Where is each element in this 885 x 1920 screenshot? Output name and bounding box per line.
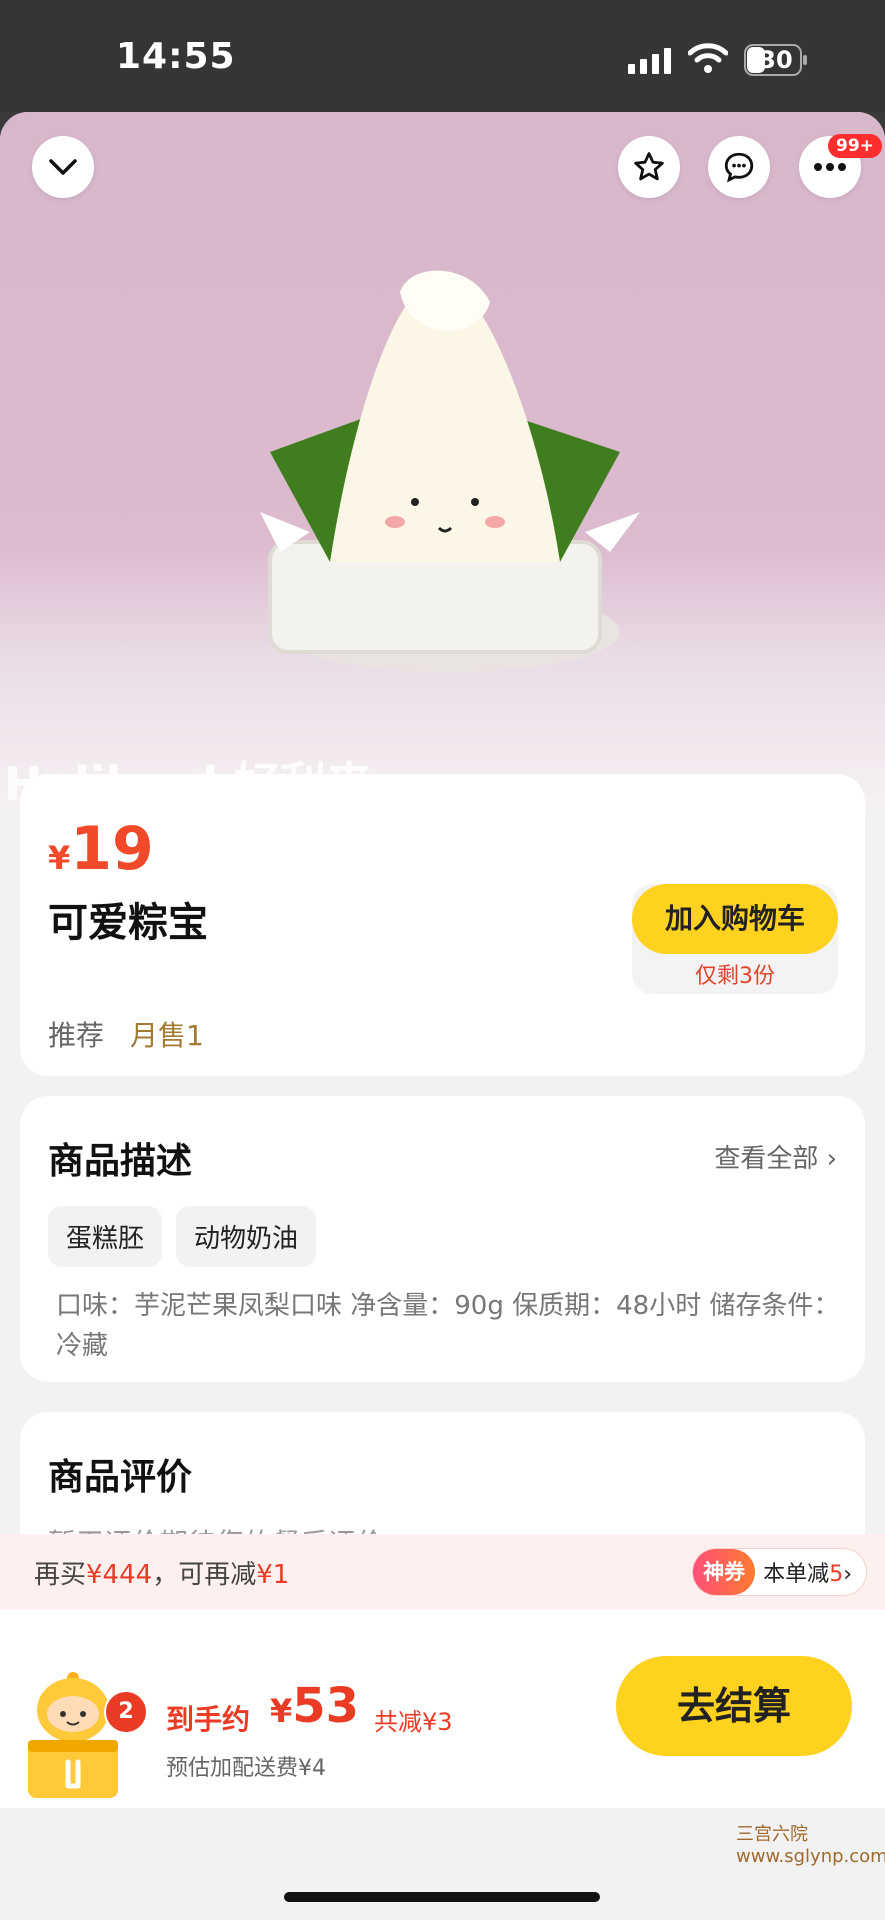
promo-prefix: 再买 — [34, 1560, 87, 1590]
promo-discount: ¥1 — [256, 1560, 290, 1590]
description-card: 商品描述 查看全部 › 蛋糕胚 动物奶油 口味：芋泥芒果凤梨口味 净含量：90g… — [20, 1096, 865, 1382]
product-name: 可爱粽宝 — [48, 900, 208, 946]
status-bar: 14:55 30 — [0, 0, 885, 112]
coupon-pill[interactable]: 神券 本单减5› — [692, 1548, 867, 1596]
chevron-right-icon: › — [843, 1562, 852, 1587]
net-price-value: 53 — [292, 1678, 360, 1734]
delivery-fee: 预估加配送费¥4 — [166, 1756, 326, 1781]
promo-text: 再买¥444，可再减¥1 — [34, 1554, 289, 1591]
status-time: 14:55 — [116, 36, 236, 77]
favorite-button[interactable] — [618, 136, 680, 198]
price-symbol: ¥ — [48, 839, 71, 877]
description-text: 口味：芋泥芒果凤梨口味 净含量：90g 保质期：48小时 储存条件：冷藏 — [56, 1291, 840, 1361]
chat-bubble-icon — [724, 152, 754, 183]
cart-count-badge: 2 — [104, 1690, 148, 1734]
more-dots-icon — [814, 163, 846, 171]
coupon-value: 5 — [829, 1562, 844, 1587]
stock-remaining: 仅剩3份 — [695, 964, 775, 989]
coupon-badge: 神券 — [693, 1549, 756, 1595]
description-title: 商品描述 — [48, 1141, 193, 1182]
promo-amount: ¥444 — [86, 1560, 153, 1590]
chip-cake-base: 蛋糕胚 — [48, 1206, 163, 1267]
home-indicator[interactable] — [284, 1892, 600, 1902]
ingredient-chips: 蛋糕胚 动物奶油 — [48, 1206, 317, 1267]
net-price: ¥53 — [270, 1678, 359, 1734]
promo-middle: ，可再减 — [152, 1560, 257, 1590]
product-image — [260, 270, 640, 672]
cart-mascot-icon[interactable] — [22, 1670, 124, 1802]
coupon-text: 本单减5› — [763, 1556, 852, 1588]
monthly-sales: 月售1 — [130, 1019, 204, 1052]
recommend-tag: 推荐 — [48, 1019, 105, 1052]
price-value: 19 — [70, 814, 154, 884]
product-price: ¥19 — [48, 814, 154, 884]
signal-icon — [628, 48, 671, 74]
reviews-title: 商品评价 — [48, 1457, 193, 1498]
chip-cream: 动物奶油 — [176, 1206, 317, 1267]
coupon-label: 本单减 — [763, 1562, 830, 1587]
chevron-down-icon — [49, 159, 77, 175]
product-info-card: ¥19 可爱粽宝 加入购物车 仅剩3份 推荐 月售1 — [20, 774, 865, 1076]
wifi-icon — [688, 43, 728, 73]
total-saved: 共减¥3 — [374, 1708, 453, 1736]
view-all-link[interactable]: 查看全部 › — [714, 1138, 837, 1175]
add-to-cart-button[interactable]: 加入购物车 — [632, 884, 838, 954]
chat-button[interactable] — [708, 136, 770, 198]
add-to-cart-group: 加入购物车 仅剩3份 — [632, 884, 838, 994]
net-price-label: 到手约 — [166, 1703, 251, 1736]
checkout-button[interactable]: 去结算 — [616, 1656, 852, 1756]
star-icon — [634, 152, 664, 181]
notification-badge: 99+ — [828, 134, 882, 158]
watermark-text: 三宫六院 www.sglynp.com — [736, 1824, 885, 1867]
promo-bar[interactable]: 再买¥444，可再减¥1 神券 本单减5› — [0, 1534, 885, 1610]
checkout-bar: 2 到手约 ¥53 共减¥3 预估加配送费¥4 去结算 — [0, 1610, 885, 1808]
net-price-symbol: ¥ — [270, 1692, 293, 1730]
battery-level: 30 — [759, 46, 793, 74]
product-hero: Holiland 好利来 — [0, 112, 885, 812]
collapse-button[interactable] — [32, 136, 94, 198]
